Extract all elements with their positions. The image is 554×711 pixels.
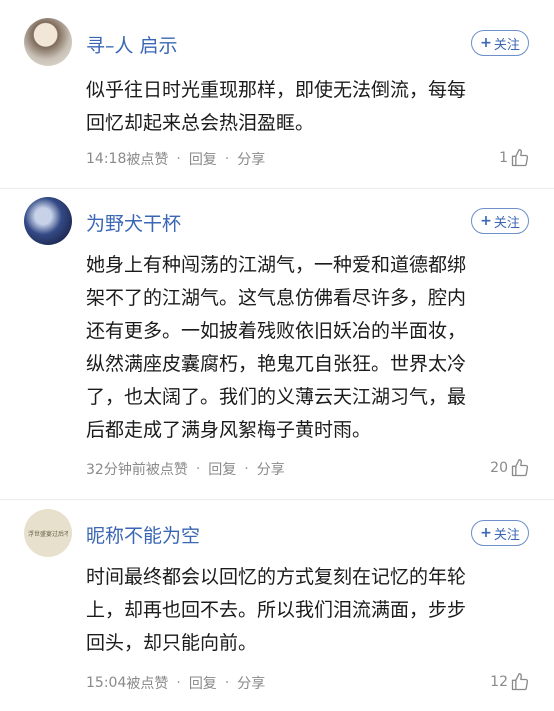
comment-3: 浮世盛宴过后不过一场梦 昵称不能为空 + 关注 时间最终都会以回忆的方式复刻在记… [0, 500, 554, 711]
like-action-text: 被点赞 [126, 152, 169, 168]
comment-meta: 14:18 被点赞 · 回复 · 分享 [86, 149, 265, 169]
avatar[interactable] [24, 18, 72, 66]
separator-dot: · [176, 151, 181, 167]
timestamp: 32分钟前 [86, 462, 146, 478]
follow-button[interactable]: + 关注 [471, 30, 529, 56]
username[interactable]: 寻–人 启示 [86, 31, 178, 58]
separator-dot: · [224, 151, 230, 167]
share-button[interactable]: 分享 [237, 149, 265, 169]
follow-button[interactable]: + 关注 [471, 208, 529, 234]
share-button[interactable]: 分享 [237, 673, 265, 693]
like-action-text: 被点赞 [126, 676, 169, 692]
like-action-text: 被点赞 [145, 462, 188, 478]
separator-dot: · [176, 675, 181, 691]
like-button[interactable]: 12 [490, 672, 530, 692]
username[interactable]: 为野犬干杯 [86, 209, 181, 236]
comment-text: 似乎往日时光重现那样，即使无法倒流，每每 回忆却起来总会热泪盈眶。 [86, 79, 467, 134]
comment-meta: 32分钟前 被点赞 · 回复 · 分享 [86, 459, 285, 479]
comment-text: 时间最终都会以回忆的方式复刻在记忆的年轮 上，却再也回不去。所以我们泪流满面，步… [86, 566, 467, 654]
avatar[interactable] [24, 197, 72, 245]
timestamp: 14:18 [86, 151, 127, 167]
reply-button[interactable]: 回复 [189, 673, 217, 693]
like-count: 12 [490, 674, 508, 690]
like-count: 1 [499, 150, 508, 166]
share-button[interactable]: 分享 [257, 459, 285, 479]
comment-2: 为野犬干杯 + 关注 她身上有种闯荡的江湖气，一种爱和道德都绑 架不了的江湖气。… [0, 189, 554, 499]
comment-1: 寻–人 启示 + 关注 似乎往日时光重现那样，即使无法倒流，每每 回忆却起来总会… [0, 0, 554, 190]
separator-dot: · [195, 461, 201, 477]
username[interactable]: 昵称不能为空 [86, 521, 200, 548]
plus-icon: + [480, 213, 492, 229]
timestamp: 15:04 [86, 675, 127, 691]
follow-button[interactable]: + 关注 [471, 520, 529, 546]
reply-button[interactable]: 回复 [208, 459, 236, 479]
follow-label: 关注 [493, 215, 520, 231]
avatar-text: 浮世盛宴过后不过一场梦 [28, 531, 68, 538]
thumbs-up-icon [511, 149, 529, 167]
reply-button[interactable]: 回复 [189, 149, 217, 169]
like-button[interactable]: 1 [499, 148, 530, 168]
avatar[interactable]: 浮世盛宴过后不过一场梦 [24, 509, 72, 557]
comment-text: 她身上有种闯荡的江湖气，一种爱和道德都绑 架不了的江湖气。这气息仿佛看尽许多，腔… [86, 254, 467, 441]
separator-dot: · [224, 675, 230, 691]
thumbs-up-icon [511, 673, 529, 691]
separator-dot: · [244, 461, 249, 477]
plus-icon: + [480, 35, 492, 51]
like-button[interactable]: 20 [490, 458, 530, 478]
thumbs-up-icon [511, 459, 529, 477]
comment-meta: 15:04 被点赞 · 回复 · 分享 [86, 673, 265, 693]
like-count: 20 [490, 460, 508, 476]
plus-icon: + [480, 525, 492, 541]
follow-label: 关注 [493, 37, 520, 53]
follow-label: 关注 [493, 527, 520, 543]
